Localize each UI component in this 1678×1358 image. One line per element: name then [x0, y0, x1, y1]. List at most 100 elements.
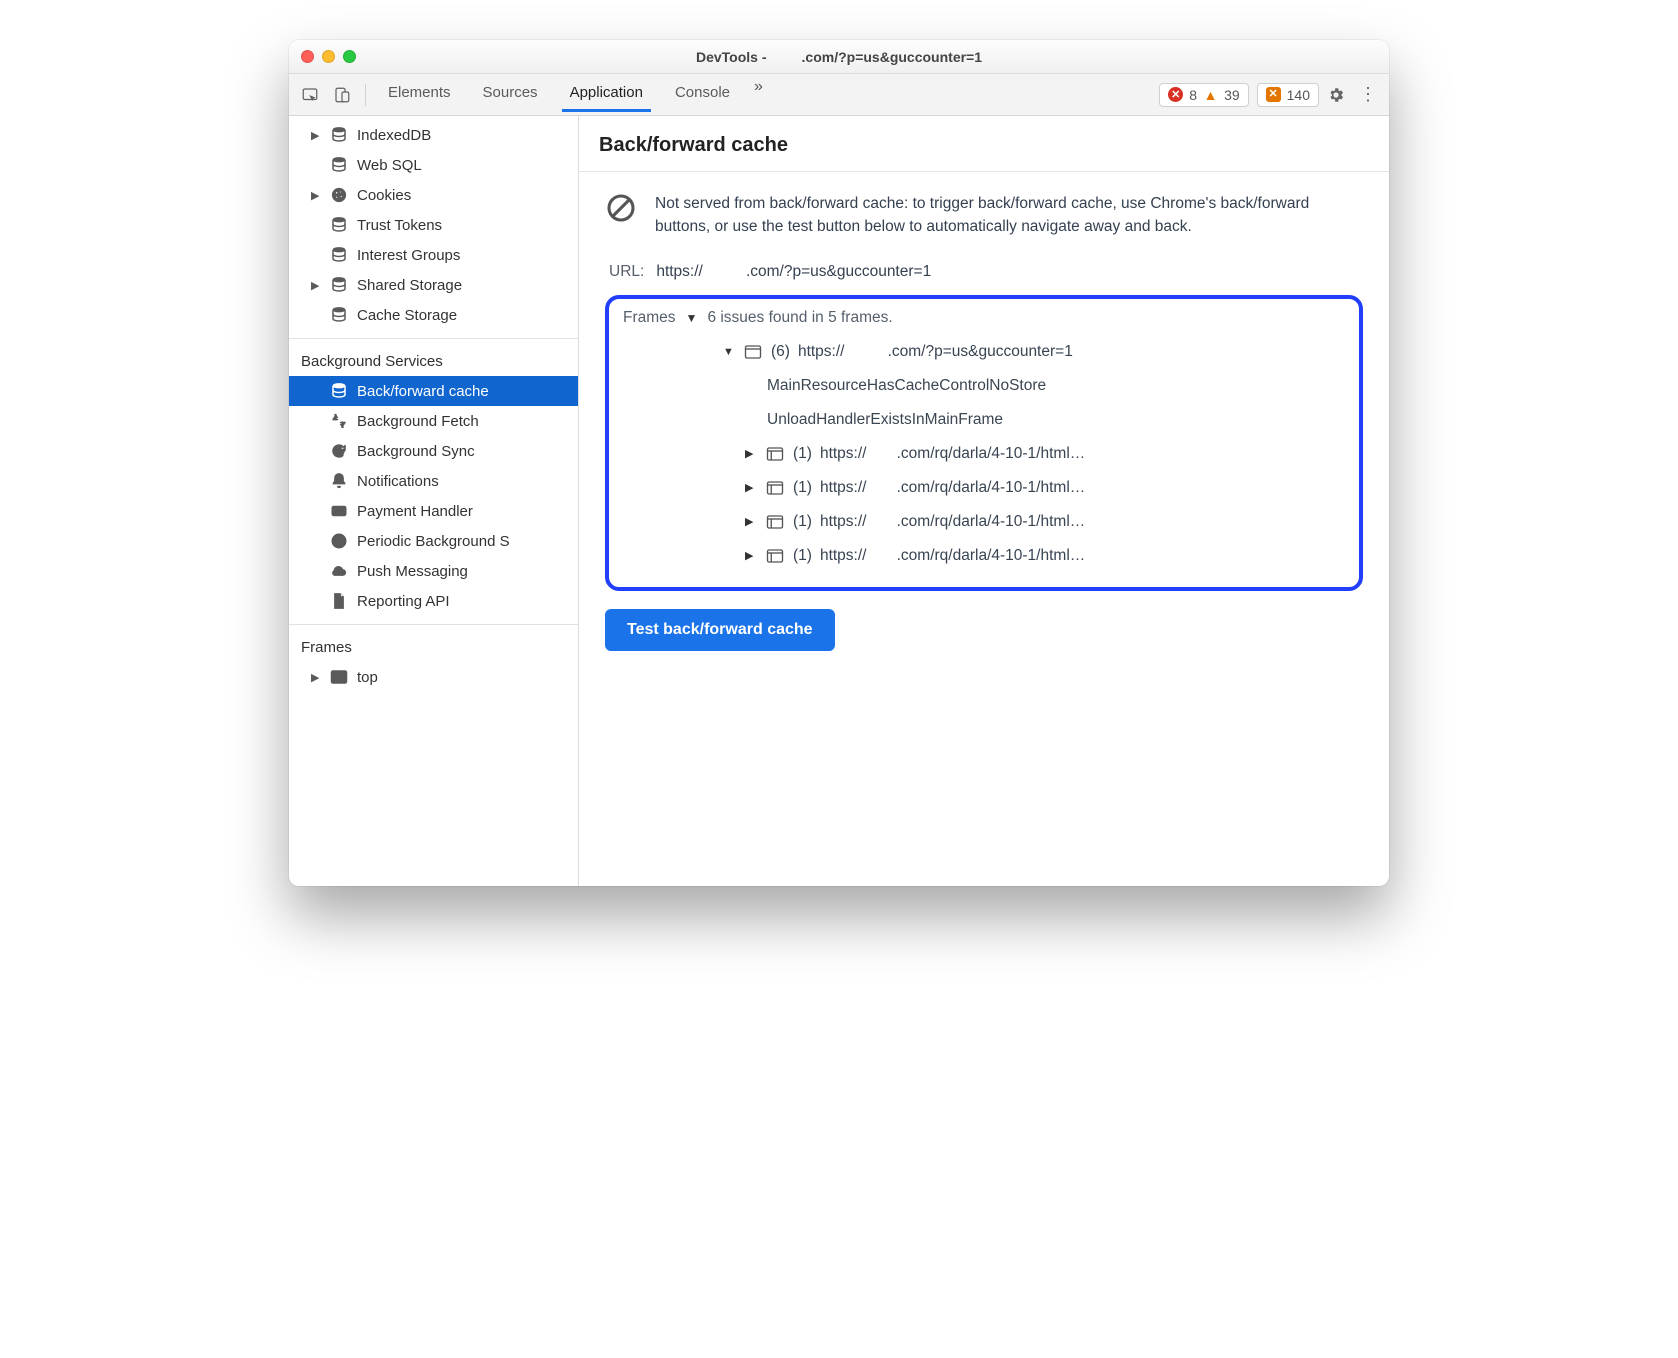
sidebar-item-web-sql[interactable]: Web SQL	[289, 150, 578, 180]
top-frame-row[interactable]: ▼ (6) https:// .com/?p=us&guccounter=1	[723, 335, 1345, 369]
issues-icon: ✕	[1266, 87, 1281, 102]
subframe-url: https:// .com/rq/darla/4-10-1/html…	[820, 445, 1085, 463]
subframe-url: https:// .com/rq/darla/4-10-1/html…	[820, 513, 1085, 531]
notice-text: Not served from back/forward cache: to t…	[655, 192, 1363, 239]
main-panel: Back/forward cache Not served from back/…	[579, 116, 1389, 886]
sidebar-item-label: Background Fetch	[357, 413, 479, 430]
test-bfcache-button[interactable]: Test back/forward cache	[605, 609, 835, 651]
frames-box: Frames ▼ 6 issues found in 5 frames. ▼ (…	[605, 295, 1363, 591]
warning-count: 39	[1224, 87, 1240, 103]
sidebar-item-push-messaging[interactable]: Push Messaging	[289, 556, 578, 586]
subframe-row[interactable]: ▶ (1) https:// .com/rq/darla/4-10-1/html…	[745, 505, 1345, 539]
tab-sources[interactable]: Sources	[469, 78, 552, 111]
bfcache-reason: MainResourceHasCacheControlNoStore	[767, 369, 1345, 403]
subframe-count: (1)	[793, 479, 812, 497]
errors-warnings-badge[interactable]: ✕ 8 ▲ 39	[1159, 83, 1248, 107]
sidebar-item-label: Reporting API	[357, 593, 450, 610]
frame-tree: ▼ (6) https:// .com/?p=us&guccounter=1 M…	[623, 335, 1345, 573]
sidebar-item-interest-groups[interactable]: Interest Groups	[289, 240, 578, 270]
bell-icon	[329, 471, 349, 491]
subframe-icon	[765, 446, 785, 462]
sidebar-item-label: Cache Storage	[357, 307, 457, 324]
sidebar-item-reporting-api[interactable]: Reporting API	[289, 586, 578, 616]
frame-icon	[329, 667, 349, 687]
sidebar-item-shared-storage[interactable]: ▶Shared Storage	[289, 270, 578, 300]
subframe-icon	[765, 548, 785, 564]
subframe-url: https:// .com/rq/darla/4-10-1/html…	[820, 479, 1085, 497]
sidebar-item-frame-top[interactable]: ▶top	[289, 662, 578, 692]
sidebar-item-label: Shared Storage	[357, 277, 462, 294]
db-icon	[329, 215, 349, 235]
clock-icon	[329, 531, 349, 551]
frames-header[interactable]: Frames ▼ 6 issues found in 5 frames.	[623, 309, 1345, 327]
issues-badge[interactable]: ✕ 140	[1257, 83, 1319, 107]
sidebar-item-periodic-background-s[interactable]: Periodic Background S	[289, 526, 578, 556]
close-window-button[interactable]	[301, 50, 314, 63]
separator	[365, 84, 366, 106]
panel-heading: Back/forward cache	[579, 116, 1389, 172]
frames-summary: 6 issues found in 5 frames.	[707, 309, 892, 327]
sidebar-item-cookies[interactable]: ▶Cookies	[289, 180, 578, 210]
sidebar-item-payment-handler[interactable]: Payment Handler	[289, 496, 578, 526]
reasons-list: MainResourceHasCacheControlNoStore Unloa…	[723, 369, 1345, 437]
db-icon	[329, 381, 349, 401]
sidebar-item-background-fetch[interactable]: Background Fetch	[289, 406, 578, 436]
chevron-right-icon: ▶	[311, 129, 321, 142]
chevron-right-icon: ▶	[745, 447, 757, 460]
error-count: 8	[1189, 87, 1197, 103]
sidebar-item-indexeddb[interactable]: ▶IndexedDB	[289, 120, 578, 150]
zoom-window-button[interactable]	[343, 50, 356, 63]
devtools-toolbar: Elements Sources Application Console » ✕…	[289, 74, 1389, 116]
devtools-window: DevTools - .com/?p=us&guccounter=1 Eleme…	[289, 40, 1389, 886]
sidebar-item-back-forward-cache[interactable]: Back/forward cache	[289, 376, 578, 406]
warning-icon: ▲	[1203, 87, 1218, 102]
chevron-right-icon: ▶	[311, 189, 321, 202]
sidebar-item-background-sync[interactable]: Background Sync	[289, 436, 578, 466]
fetch-icon	[329, 411, 349, 431]
sidebar-item-trust-tokens[interactable]: Trust Tokens	[289, 210, 578, 240]
subframe-icon	[765, 480, 785, 496]
card-icon	[329, 501, 349, 521]
more-tabs-icon[interactable]: »	[748, 78, 769, 111]
subframes-list: ▶ (1) https:// .com/rq/darla/4-10-1/html… ▶…	[723, 437, 1345, 573]
subframe-row[interactable]: ▶(1)https:// .com/rq/darla/4-10-1/html…	[745, 539, 1345, 573]
url-label: URL:	[609, 263, 644, 281]
subframe-count: (1)	[793, 445, 812, 463]
section-heading-background-services: Background Services	[289, 343, 578, 376]
storage-section: ▶IndexedDB Web SQL ▶Cookies Trust Tokens Int…	[289, 116, 578, 339]
sidebar-item-label: Notifications	[357, 473, 439, 490]
tab-application[interactable]: Application	[556, 78, 657, 111]
url-row: URL: https:// .com/?p=us&guccounter=1	[609, 263, 1363, 281]
db-icon	[329, 155, 349, 175]
url-value: https:// .com/?p=us&guccounter=1	[656, 263, 931, 281]
subframe-row[interactable]: ▶ (1) https:// .com/rq/darla/4-10-1/html…	[745, 437, 1345, 471]
kebab-menu-icon[interactable]: ⋮	[1353, 80, 1383, 110]
subframe-count: (1)	[793, 513, 812, 531]
panel-content: Not served from back/forward cache: to t…	[579, 172, 1389, 675]
subframe-row[interactable]: ▶(1)https:// .com/rq/darla/4-10-1/html…	[745, 471, 1345, 505]
chevron-right-icon: ▶	[745, 515, 757, 528]
file-icon	[329, 591, 349, 611]
chevron-down-icon: ▼	[686, 311, 698, 325]
sidebar-item-cache-storage[interactable]: Cache Storage	[289, 300, 578, 330]
subframe-icon	[765, 514, 785, 530]
settings-icon[interactable]	[1321, 80, 1351, 110]
inspect-element-icon[interactable]	[295, 80, 325, 110]
background-services-section: Background Services Back/forward cache Ba…	[289, 339, 578, 625]
frames-section: Frames ▶top	[289, 625, 578, 700]
sidebar-item-notifications[interactable]: Notifications	[289, 466, 578, 496]
sidebar-item-label: Web SQL	[357, 157, 422, 174]
application-sidebar: ▶IndexedDB Web SQL ▶Cookies Trust Tokens Int…	[289, 116, 579, 886]
notice-row: Not served from back/forward cache: to t…	[605, 192, 1363, 239]
chevron-right-icon: ▶	[745, 549, 757, 562]
minimize-window-button[interactable]	[322, 50, 335, 63]
status-badges: ✕ 8 ▲ 39 ✕ 140	[1159, 83, 1319, 107]
devtools-body: ▶IndexedDB Web SQL ▶Cookies Trust Tokens Int…	[289, 116, 1389, 886]
device-toolbar-icon[interactable]	[327, 80, 357, 110]
tab-elements[interactable]: Elements	[374, 78, 465, 111]
cookie-icon	[329, 185, 349, 205]
sidebar-item-label: Trust Tokens	[357, 217, 442, 234]
tab-console[interactable]: Console	[661, 78, 744, 111]
titlebar: DevTools - .com/?p=us&guccounter=1	[289, 40, 1389, 74]
chevron-down-icon: ▼	[723, 346, 735, 358]
